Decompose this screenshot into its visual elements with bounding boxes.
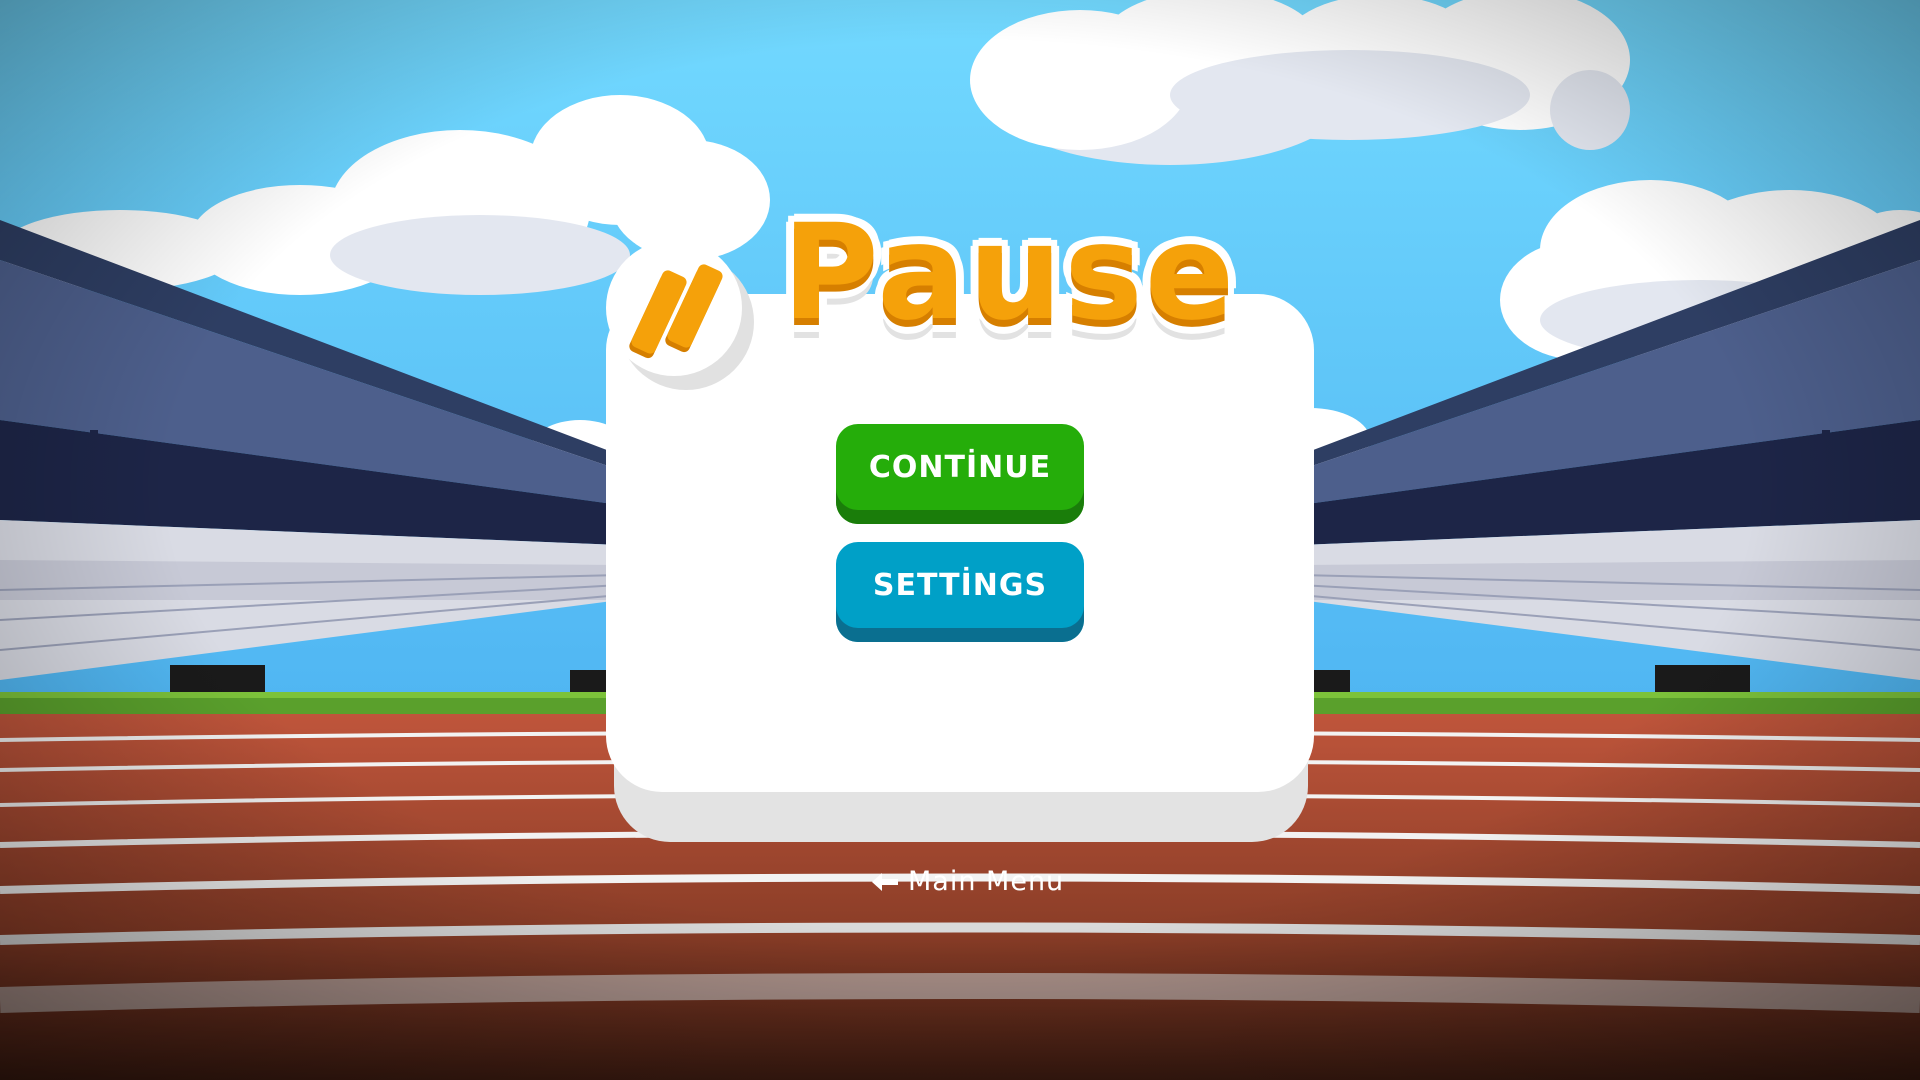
continue-button[interactable]: CONTİNUE xyxy=(836,424,1084,524)
arrow-left-icon xyxy=(872,872,898,891)
pause-title: Pause xyxy=(782,196,1237,350)
main-menu-link[interactable]: Main Menu xyxy=(870,866,1064,897)
main-menu-label: Main Menu xyxy=(908,866,1065,897)
settings-button[interactable]: SETTİNGS xyxy=(836,542,1084,642)
game-scene: Pause CONTİNUE SETTİNGS Main Menu xyxy=(0,0,1920,1080)
pause-icon xyxy=(606,240,742,376)
